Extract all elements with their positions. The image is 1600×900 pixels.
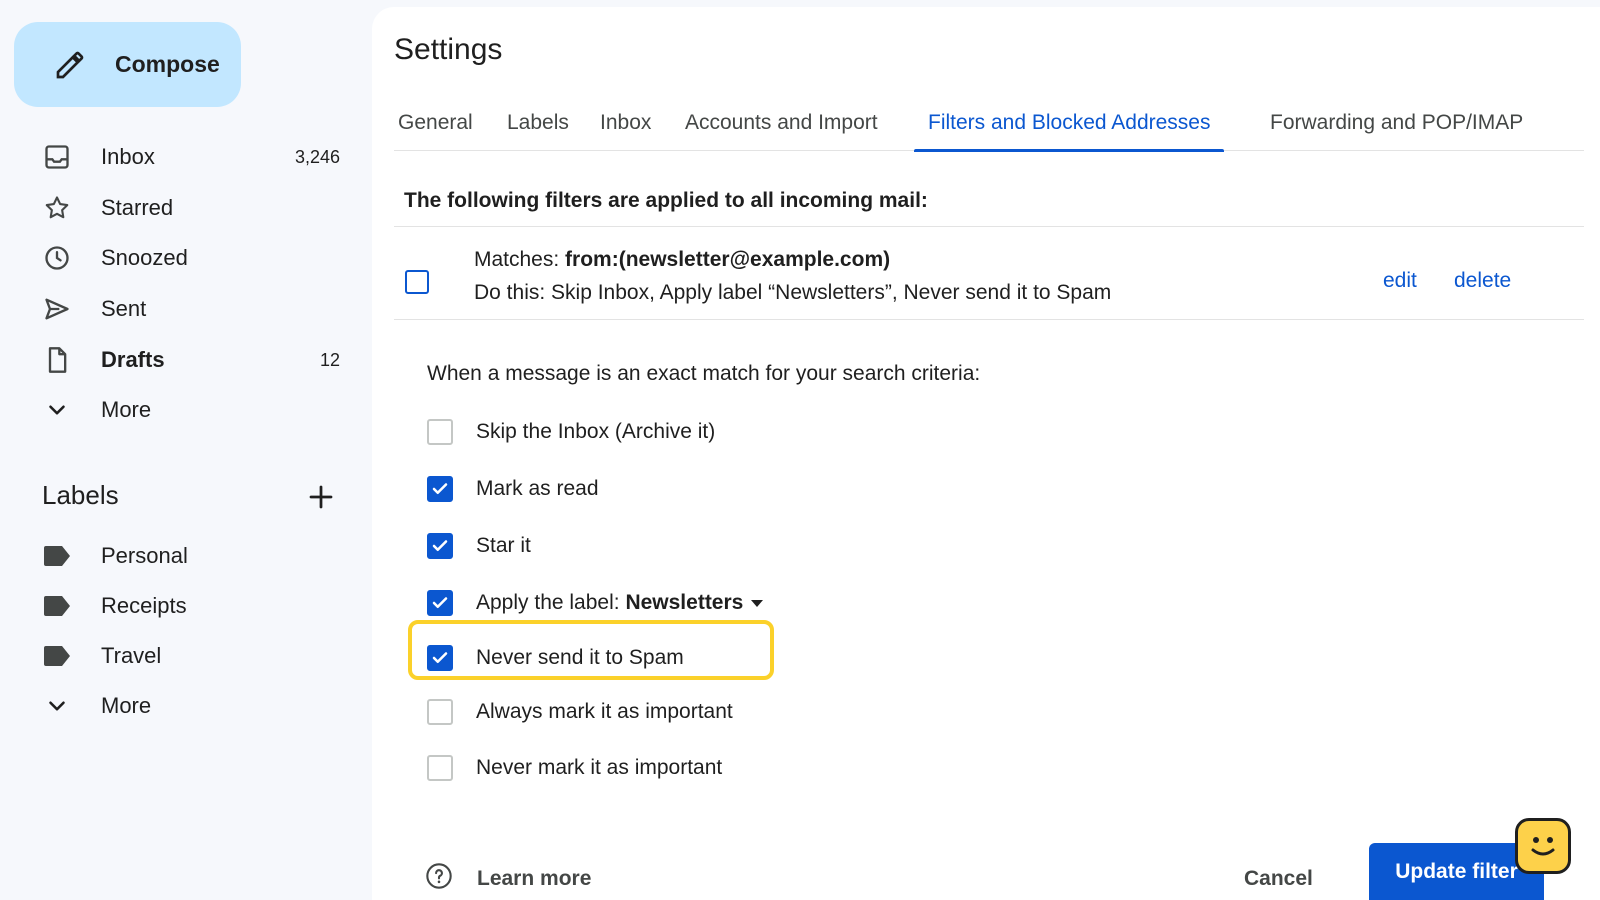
- tab-general[interactable]: General: [398, 95, 473, 151]
- compose-label: Compose: [115, 51, 220, 77]
- check-icon: [432, 483, 448, 495]
- caret-down-icon[interactable]: [751, 599, 764, 607]
- sidebar: Compose Inbox 3,246 Starred Snoozed Sent…: [0, 0, 372, 900]
- nav-item-label: Starred: [101, 195, 174, 220]
- nav-item-snoozed[interactable]: Snoozed: [0, 238, 372, 278]
- mark-as-read-checkbox[interactable]: [427, 476, 453, 502]
- filter-matches-prefix: Matches:: [474, 248, 560, 271]
- nav-item-inbox[interactable]: Inbox 3,246: [0, 137, 372, 177]
- settings-panel: Settings General Labels Inbox Accounts a…: [372, 7, 1600, 900]
- plus-icon: [309, 485, 333, 509]
- help-icon[interactable]: [425, 862, 455, 892]
- filter-matches-value: from:(newsletter@example.com): [565, 248, 891, 271]
- skip-inbox-checkbox[interactable]: [427, 419, 453, 445]
- send-icon: [42, 294, 72, 324]
- pencil-icon: [54, 49, 86, 81]
- draft-icon: [42, 345, 72, 375]
- edit-filter-link[interactable]: edit: [1383, 269, 1417, 293]
- labels-heading: Labels: [42, 480, 119, 510]
- filter-action: Do this: Skip Inbox, Apply label “Newsle…: [474, 281, 1112, 304]
- option-label: Star it: [476, 534, 531, 557]
- never-important-checkbox[interactable]: [427, 755, 453, 781]
- chevron-down-icon: [42, 395, 72, 425]
- assistant-button[interactable]: [1515, 818, 1571, 874]
- nav-item-label: More: [101, 397, 152, 422]
- tab-forwarding-and-pop-imap[interactable]: Forwarding and POP/IMAP: [1270, 95, 1523, 151]
- divider: [394, 319, 1584, 320]
- check-icon: [432, 652, 448, 664]
- option-label: Never mark it as important: [476, 756, 723, 779]
- label-item-label: Personal: [101, 543, 188, 568]
- nav-item-sent[interactable]: Sent: [0, 289, 372, 329]
- nav-item-count: 3,246: [294, 146, 340, 167]
- compose-button[interactable]: Compose: [14, 22, 241, 107]
- label-item-label: Travel: [101, 643, 162, 668]
- label-icon: [42, 641, 72, 671]
- option-label: Always mark it as important: [476, 700, 733, 723]
- star-it-checkbox[interactable]: [427, 533, 453, 559]
- nav-item-drafts[interactable]: Drafts 12: [0, 340, 372, 380]
- divider: [394, 226, 1584, 227]
- filter-matches: Matches: from:(newsletter@example.com): [474, 248, 890, 272]
- chevron-down-icon: [42, 691, 72, 721]
- label-icon: [42, 591, 72, 621]
- check-icon: [432, 597, 448, 609]
- option-label: Mark as read: [476, 477, 599, 500]
- add-label-button[interactable]: [306, 482, 336, 512]
- filters-section-title: The following filters are applied to all…: [404, 189, 928, 212]
- delete-filter-link[interactable]: delete: [1454, 269, 1511, 293]
- label-item-receipts[interactable]: Receipts: [0, 586, 372, 626]
- criteria-text: When a message is an exact match for you…: [427, 362, 981, 385]
- tab-accounts-and-import[interactable]: Accounts and Import: [685, 95, 878, 151]
- tab-inbox[interactable]: Inbox: [600, 95, 651, 151]
- inbox-icon: [42, 142, 72, 172]
- smiley-icon: [1531, 837, 1555, 856]
- apply-label-text: Apply the label:: [476, 591, 620, 614]
- option-label: Skip the Inbox (Archive it): [476, 420, 716, 443]
- label-select[interactable]: Newsletters: [625, 591, 743, 614]
- nav-item-more[interactable]: More: [0, 390, 372, 430]
- nav-item-starred[interactable]: Starred: [0, 188, 372, 228]
- apply-label-checkbox[interactable]: [427, 590, 453, 616]
- nav-item-count: 12: [319, 349, 340, 370]
- nav-item-label: Inbox: [101, 144, 155, 169]
- tab-labels[interactable]: Labels: [507, 95, 569, 151]
- always-important-checkbox[interactable]: [427, 699, 453, 725]
- tab-filters-and-blocked-addresses[interactable]: Filters and Blocked Addresses: [913, 95, 1225, 152]
- clock-icon: [42, 243, 72, 273]
- label-item-travel[interactable]: Travel: [0, 636, 372, 676]
- option-label: Apply the label: Newsletters: [476, 591, 764, 615]
- label-icon: [42, 541, 72, 571]
- label-item-personal[interactable]: Personal: [0, 536, 372, 576]
- label-item-label: Receipts: [101, 593, 187, 618]
- never-spam-checkbox[interactable]: [427, 645, 453, 671]
- page-title: Settings: [394, 33, 503, 66]
- check-icon: [432, 540, 448, 552]
- learn-more-link[interactable]: Learn more: [477, 867, 591, 891]
- star-icon: [42, 193, 72, 223]
- filter-select-checkbox[interactable]: [405, 270, 429, 294]
- label-item-label: More: [101, 693, 152, 718]
- settings-tabs: General Labels Inbox Accounts and Import…: [394, 95, 1584, 152]
- label-item-more[interactable]: More: [0, 686, 372, 726]
- nav-item-label: Drafts: [101, 347, 165, 372]
- nav-item-label: Snoozed: [101, 245, 188, 270]
- cancel-button[interactable]: Cancel: [1244, 867, 1313, 891]
- nav-item-label: Sent: [101, 296, 147, 321]
- option-label: Never send it to Spam: [476, 646, 684, 669]
